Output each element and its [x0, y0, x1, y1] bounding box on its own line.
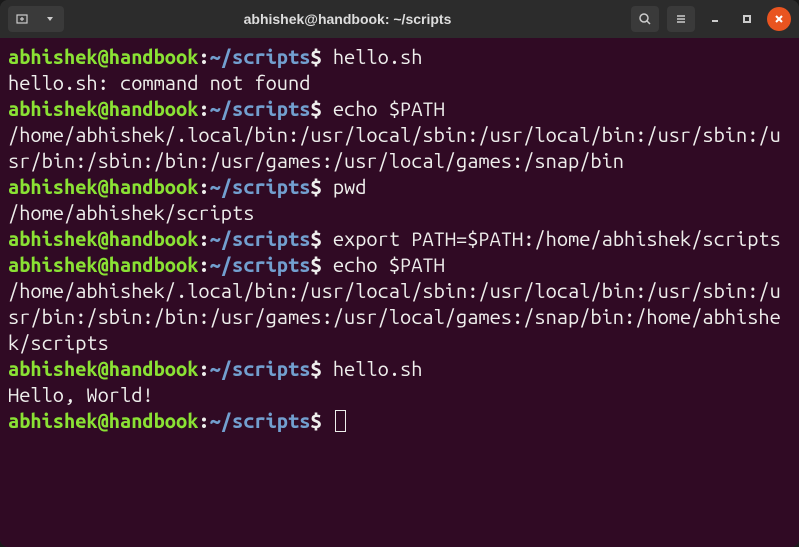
terminal-output-line: /home/abhishek/scripts [8, 200, 791, 226]
prompt-path: ~/scripts [210, 45, 311, 68]
output-text: /home/abhishek/.local/bin:/usr/local/sbi… [8, 279, 781, 354]
output-text: /home/abhishek/scripts [8, 201, 254, 224]
chevron-down-icon [45, 14, 55, 24]
terminal-output-line: Hello, World! [8, 382, 791, 408]
prompt-user-host: abhishek@handbook [8, 253, 198, 276]
prompt-user-host: abhishek@handbook [8, 409, 198, 432]
terminal-prompt-line: abhishek@handbook:~/scripts$ echo $PATH [8, 252, 791, 278]
terminal-prompt-line: abhishek@handbook:~/scripts$ echo $PATH [8, 96, 791, 122]
close-button[interactable] [767, 7, 791, 31]
prompt-user-host: abhishek@handbook [8, 357, 198, 380]
titlebar-right [631, 6, 791, 32]
terminal-output-line: hello.sh: command not found [8, 70, 791, 96]
tab-dropdown-button[interactable] [36, 6, 64, 32]
prompt-path: ~/scripts [210, 357, 311, 380]
output-text: hello.sh: command not found [8, 71, 310, 94]
search-button[interactable] [631, 6, 659, 32]
prompt-colon: : [198, 409, 209, 432]
prompt-colon: : [198, 45, 209, 68]
titlebar: abhishek@handbook: ~/scripts [0, 0, 799, 38]
titlebar-left [8, 6, 64, 32]
prompt-dollar: $ [310, 227, 332, 250]
tab-button-group [8, 6, 64, 32]
maximize-icon [741, 13, 753, 25]
prompt-path: ~/scripts [210, 175, 311, 198]
prompt-dollar: $ [310, 357, 332, 380]
prompt-dollar: $ [310, 45, 332, 68]
terminal-window: abhishek@handbook: ~/scripts abhishek@ha… [0, 0, 799, 547]
prompt-user-host: abhishek@handbook [8, 45, 198, 68]
hamburger-icon [674, 12, 688, 26]
menu-button[interactable] [667, 6, 695, 32]
prompt-path: ~/scripts [210, 97, 311, 120]
output-text: Hello, World! [8, 383, 154, 406]
search-icon [638, 12, 652, 26]
prompt-user-host: abhishek@handbook [8, 97, 198, 120]
prompt-dollar: $ [310, 253, 332, 276]
minimize-button[interactable] [703, 7, 727, 31]
prompt-user-host: abhishek@handbook [8, 227, 198, 250]
prompt-path: ~/scripts [210, 227, 311, 250]
prompt-dollar: $ [310, 175, 332, 198]
terminal-body[interactable]: abhishek@handbook:~/scripts$ hello.shhel… [0, 38, 799, 547]
terminal-prompt-line: abhishek@handbook:~/scripts$ pwd [8, 174, 791, 200]
terminal-output-line: /home/abhishek/.local/bin:/usr/local/sbi… [8, 122, 791, 174]
prompt-colon: : [198, 357, 209, 380]
prompt-user-host: abhishek@handbook [8, 175, 198, 198]
prompt-colon: : [198, 97, 209, 120]
cursor [335, 410, 346, 432]
terminal-prompt-line: abhishek@handbook:~/scripts$ export PATH… [8, 226, 791, 252]
new-tab-button[interactable] [8, 6, 36, 32]
prompt-command: echo $PATH [333, 97, 445, 120]
maximize-button[interactable] [735, 7, 759, 31]
prompt-colon: : [198, 175, 209, 198]
prompt-command: export PATH=$PATH:/home/abhishek/scripts [333, 227, 781, 250]
close-icon [773, 13, 785, 25]
prompt-path: ~/scripts [210, 409, 311, 432]
prompt-command: echo $PATH [333, 253, 445, 276]
prompt-dollar: $ [310, 97, 332, 120]
prompt-command: hello.sh [333, 45, 423, 68]
prompt-colon: : [198, 253, 209, 276]
prompt-command: pwd [333, 175, 367, 198]
new-tab-icon [15, 12, 29, 26]
terminal-prompt-line: abhishek@handbook:~/scripts$ [8, 408, 791, 434]
prompt-command: hello.sh [333, 357, 423, 380]
prompt-path: ~/scripts [210, 253, 311, 276]
prompt-colon: : [198, 227, 209, 250]
window-title: abhishek@handbook: ~/scripts [68, 11, 627, 27]
prompt-dollar: $ [310, 409, 332, 432]
terminal-prompt-line: abhishek@handbook:~/scripts$ hello.sh [8, 356, 791, 382]
terminal-prompt-line: abhishek@handbook:~/scripts$ hello.sh [8, 44, 791, 70]
output-text: /home/abhishek/.local/bin:/usr/local/sbi… [8, 123, 781, 172]
minimize-icon [709, 13, 721, 25]
terminal-output-line: /home/abhishek/.local/bin:/usr/local/sbi… [8, 278, 791, 356]
